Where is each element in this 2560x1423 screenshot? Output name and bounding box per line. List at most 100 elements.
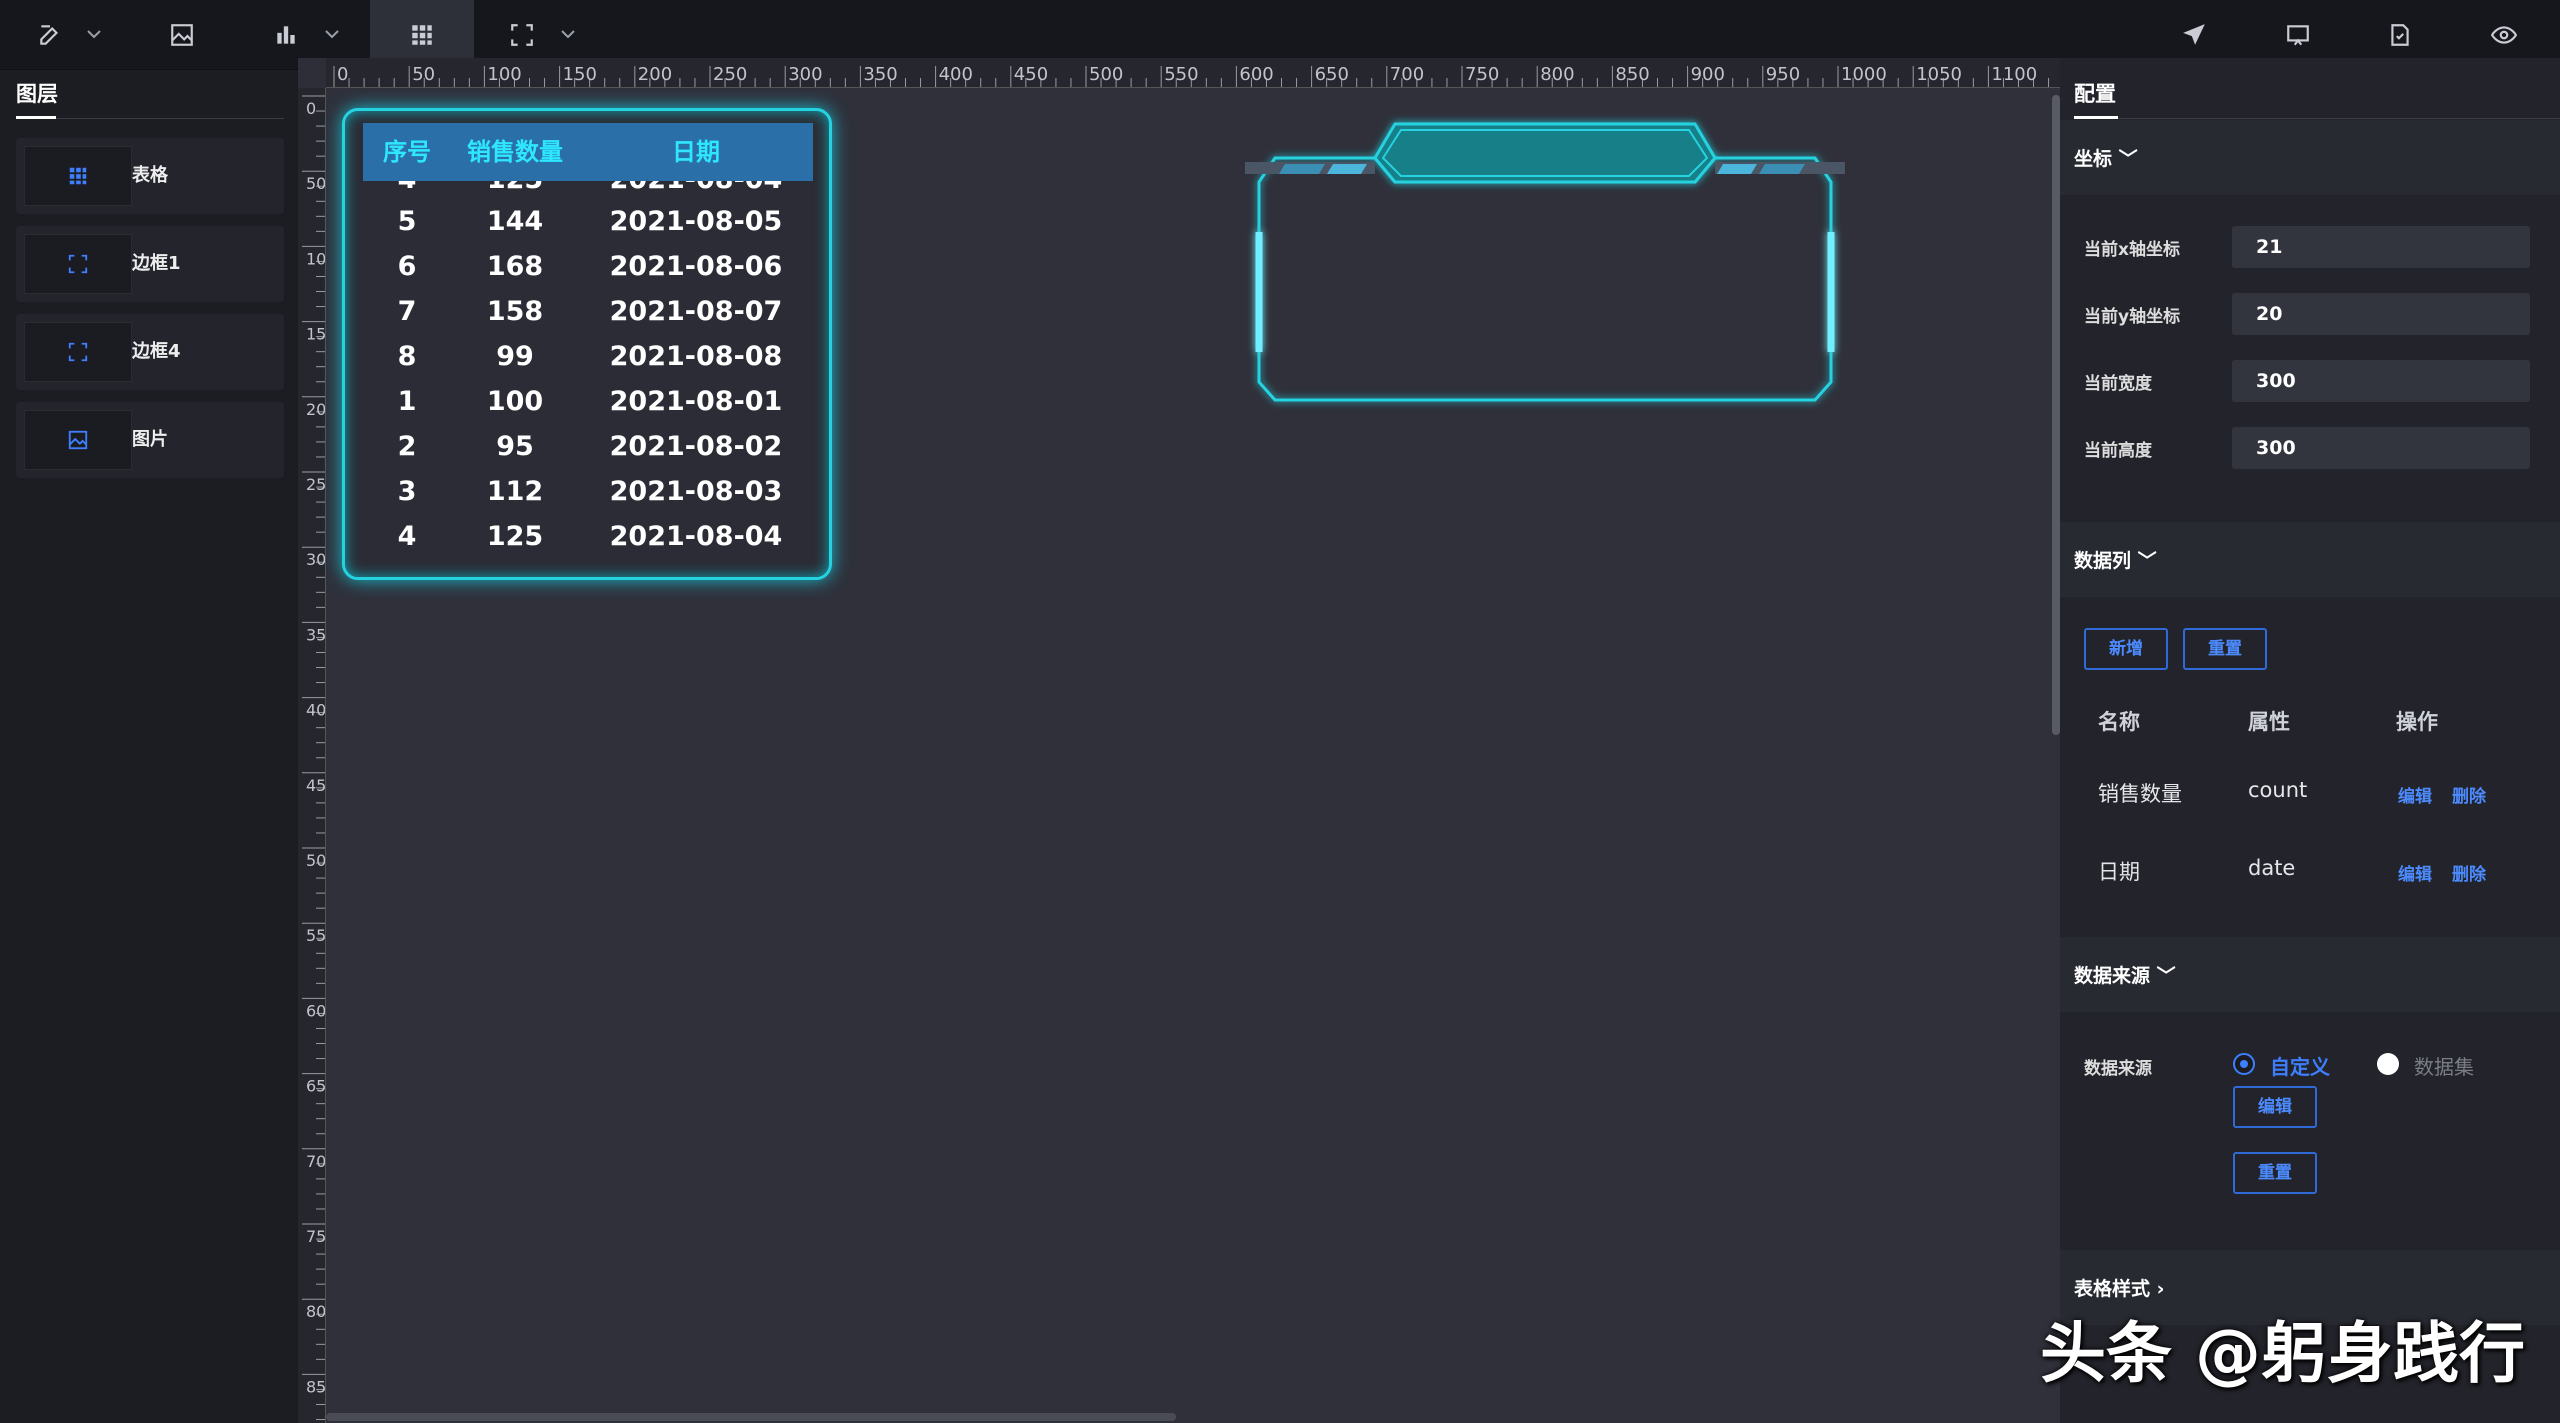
table-cell: 99 (496, 341, 534, 372)
field-label: 数据来源 (2084, 1059, 2152, 1079)
ruler-label: 400 (939, 64, 973, 85)
table-cell: 6 (397, 251, 417, 282)
tab-layers[interactable]: 图层 (16, 78, 58, 108)
edit-link[interactable]: 编辑 (2398, 782, 2432, 807)
divider (2118, 118, 2560, 119)
radio-custom[interactable] (2233, 1053, 2255, 1075)
table-row: 7 158 2021-08-07 (363, 289, 813, 334)
ruler-label: 700 (306, 1152, 326, 1171)
radio-custom-label[interactable]: 自定义 (2270, 1051, 2330, 1080)
column-attr: date (2248, 856, 2296, 880)
edit-icon[interactable] (20, 0, 80, 70)
ruler-label: 800 (1540, 64, 1574, 85)
table-row: 6 168 2021-08-06 (363, 244, 813, 289)
ruler-label: 500 (1089, 64, 1123, 85)
tab-underline (16, 116, 56, 119)
ruler-label: 800 (306, 1302, 326, 1321)
layer-item-image[interactable]: 图片 (16, 402, 284, 478)
layer-item-border1[interactable]: 边框1 (16, 226, 284, 302)
ruler-label: 350 (306, 625, 326, 644)
column-header: 名称 (2098, 710, 2140, 734)
ruler-label: 600 (306, 1001, 326, 1020)
height-input[interactable]: 300 (2232, 427, 2530, 469)
vertical-scrollbar[interactable] (2052, 95, 2060, 735)
table-cell: 112 (486, 476, 544, 507)
tab-config[interactable]: 配置 (2074, 78, 2116, 108)
table-cell: 3 (397, 476, 417, 507)
table-row: 2 95 2021-08-02 (363, 424, 813, 469)
edit-source-button[interactable]: 编辑 (2233, 1086, 2317, 1128)
table-cell: 168 (486, 251, 544, 282)
chevron-down-icon[interactable] (82, 22, 106, 46)
table-cell: 4 (397, 521, 417, 552)
ruler-label: 500 (306, 851, 326, 870)
layer-label: 边框4 (132, 341, 181, 362)
ruler-label: 1100 (1991, 64, 2037, 85)
chevron-down-icon[interactable] (556, 22, 580, 46)
table-icon (24, 146, 132, 206)
ruler-label: 850 (1615, 64, 1649, 85)
border-frame-widget[interactable] (1245, 112, 1845, 412)
ruler-label: 450 (1014, 64, 1048, 85)
x-coordinate-input[interactable]: 21 (2232, 226, 2530, 268)
table-cell: 125 (486, 521, 544, 552)
reset-columns-button[interactable]: 重置 (2183, 628, 2267, 670)
table-widget[interactable]: 4 125 2021-08-04 序号 销售数量 日期 5 144 2021-08-… (342, 108, 832, 580)
image-icon[interactable] (150, 0, 214, 70)
divider (56, 118, 284, 119)
ruler-label: 150 (563, 64, 597, 85)
table-cell: 2021-08-07 (609, 296, 783, 327)
radio-dataset-label[interactable]: 数据集 (2414, 1051, 2474, 1080)
ruler-label: 350 (863, 64, 897, 85)
ruler-label: 150 (306, 325, 326, 344)
border-icon (24, 234, 132, 294)
horizontal-scrollbar[interactable] (326, 1413, 1176, 1421)
table-header-cell: 销售数量 (467, 138, 563, 166)
table-cell: 2021-08-04 (609, 521, 783, 552)
table-cell: 95 (496, 431, 534, 462)
y-coordinate-input[interactable]: 20 (2232, 293, 2530, 335)
ruler-label: 100 (487, 64, 521, 85)
ruler-label: 100 (306, 249, 326, 268)
layer-item-table[interactable]: 表格 (16, 138, 284, 214)
ruler-label: 950 (1766, 64, 1800, 85)
chevron-down-icon[interactable] (320, 22, 344, 46)
delete-link[interactable]: 删除 (2452, 782, 2486, 807)
table-header-cell: 日期 (672, 138, 720, 166)
watermark: 头条 @躬身践行 (2040, 1315, 2525, 1392)
table-cell: 2021-08-06 (609, 251, 783, 282)
table-cell: 100 (486, 386, 544, 417)
radio-dataset[interactable] (2377, 1053, 2399, 1075)
table-cell: 158 (486, 296, 544, 327)
table-cell: 5 (397, 206, 417, 237)
tab-underline (2074, 116, 2118, 119)
edit-link[interactable]: 编辑 (2398, 860, 2432, 885)
section-title: 表格样式 (2074, 1278, 2151, 1300)
layer-label: 边框1 (132, 253, 181, 274)
ruler-label: 450 (306, 776, 326, 795)
add-column-button[interactable]: 新增 (2084, 628, 2168, 670)
delete-link[interactable]: 删除 (2452, 860, 2486, 885)
vertical-ruler: 0 50 100 150 200 250 300 350 400 450 500 550 600 650 7… (298, 88, 326, 1423)
width-input[interactable]: 300 (2232, 360, 2530, 402)
ruler-label: 550 (306, 926, 326, 945)
section-header-source[interactable]: 数据来源 ﹀ (2060, 937, 2560, 1012)
column-name: 销售数量 (2098, 782, 2182, 806)
section-title: 坐标 (2074, 148, 2113, 170)
ruler-label: 300 (306, 550, 326, 569)
section-title: 数据来源 (2074, 965, 2151, 987)
ruler-label: 250 (713, 64, 747, 85)
ruler-label: 250 (306, 475, 326, 494)
section-header-columns[interactable]: 数据列 ﹀ (2060, 522, 2560, 597)
horizontal-ruler: 0 50 100 150 200 250 300 350 400 450 500 550 600 650 7… (326, 58, 2060, 88)
section-header-coords[interactable]: 坐标 ﹀ (2060, 120, 2560, 195)
ruler-label: 700 (1390, 64, 1424, 85)
section-title: 数据列 (2074, 550, 2132, 572)
layer-item-border4[interactable]: 边框4 (16, 314, 284, 390)
column-header: 操作 (2396, 710, 2438, 734)
table-cell: 8 (397, 341, 417, 372)
reset-source-button[interactable]: 重置 (2233, 1152, 2317, 1194)
image-icon (24, 410, 132, 470)
column-header: 属性 (2248, 710, 2290, 734)
table-row: 3 112 2021-08-03 (363, 469, 813, 514)
